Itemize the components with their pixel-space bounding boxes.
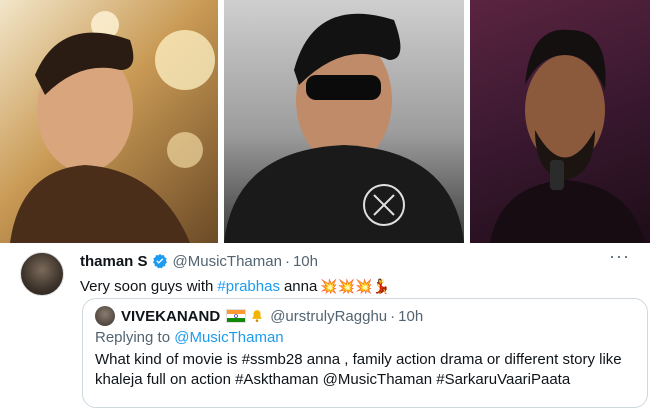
india-flag-icon (226, 309, 247, 323)
quoted-separator: · (390, 307, 396, 325)
replying-prefix: Replying to (95, 329, 171, 346)
separator: · (284, 252, 290, 270)
tweet-text: Very soon guys with #prabhas anna 💥💥💥💃 (80, 278, 390, 295)
avatar[interactable] (20, 252, 64, 296)
quoted-tweet-header: VIVEKANAND @urstrulyRagghu · 10h (95, 306, 423, 326)
quoted-avatar[interactable] (95, 306, 115, 326)
quoted-display-name[interactable]: VIVEKANAND (121, 308, 220, 325)
quoted-timestamp[interactable]: 10h (398, 308, 423, 325)
photo-right (470, 0, 650, 243)
display-name[interactable]: thaman S (80, 253, 148, 270)
timestamp[interactable]: 10h (293, 253, 318, 270)
quoted-tweet-text: What kind of movie is #ssmb28 anna , fam… (95, 351, 622, 388)
photo-center (224, 0, 464, 243)
bell-icon (252, 310, 262, 322)
photo-collage (0, 0, 650, 243)
photo-left (0, 0, 218, 243)
quoted-tweet[interactable]: VIVEKANAND @urstrulyRagghu · 10h Replyin… (82, 298, 648, 408)
hashtag-link[interactable]: #prabhas (217, 278, 280, 295)
more-options-icon[interactable]: ··· (609, 246, 630, 267)
emoji-sequence: 💥💥💥💃 (320, 278, 391, 294)
handle[interactable]: @MusicThaman (173, 253, 282, 270)
tweet-header: thaman S @MusicThaman · 10h (80, 251, 318, 271)
quoted-handle[interactable]: @urstrulyRagghu (270, 308, 387, 325)
tweet-card[interactable]: thaman S @MusicThaman · 10h ··· Very soo… (0, 243, 650, 408)
replying-to-link[interactable]: @MusicThaman (174, 329, 283, 346)
tweet-text-start: Very soon guys with (80, 278, 214, 295)
tweet-text-end: anna (283, 278, 318, 295)
verified-badge-icon (152, 254, 167, 269)
replying-to: Replying to @MusicThaman (95, 329, 284, 346)
